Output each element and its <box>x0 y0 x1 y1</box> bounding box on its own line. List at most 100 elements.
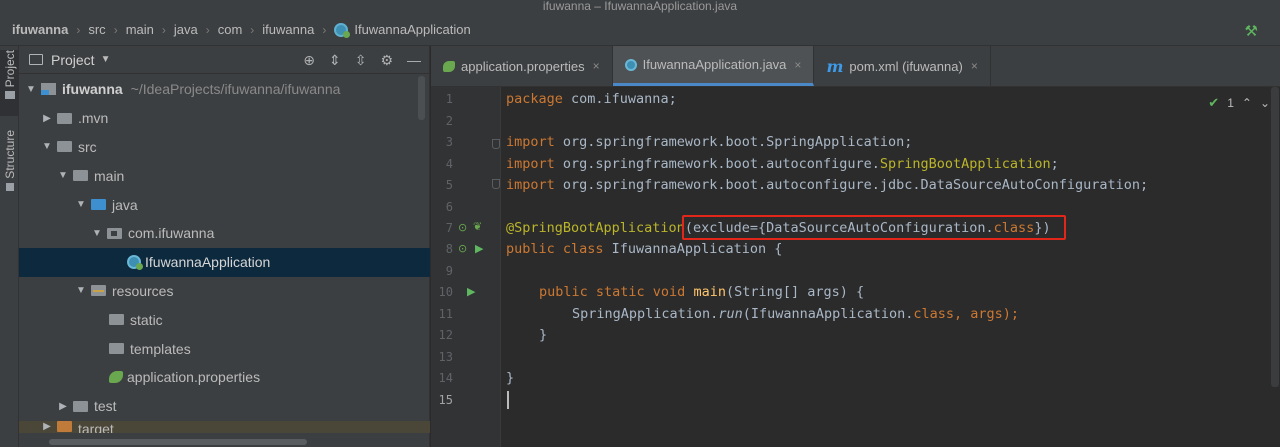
tree-item-static[interactable]: static <box>19 305 430 334</box>
spring-class-icon <box>334 22 351 38</box>
tree-item-java[interactable]: ▼ java <box>19 190 430 219</box>
breadcrumb-item-src[interactable]: src <box>88 22 105 37</box>
text-caret <box>507 391 509 409</box>
annotation-highlight-box <box>682 215 1066 240</box>
chevron-right-icon[interactable]: ▶ <box>57 401 69 412</box>
breadcrumb-item-ifuwanna[interactable]: ifuwanna <box>262 22 314 37</box>
package-icon <box>107 227 122 239</box>
chevron-down-icon[interactable]: ⌄ <box>1260 96 1270 110</box>
folder-icon <box>57 112 72 124</box>
title-bar: ifuwanna – IfuwannaApplication.java <box>0 0 1280 14</box>
folder-icon <box>4 91 15 100</box>
tool-tab-project-label: Project <box>2 50 17 88</box>
spring-class-icon <box>127 255 143 271</box>
chevron-down-icon[interactable]: ▼ <box>75 285 87 296</box>
code-line-3: import org.springframework.boot.SpringAp… <box>506 134 913 150</box>
collapse-all-icon[interactable]: ⇳ <box>355 52 367 69</box>
fold-marker[interactable] <box>492 139 500 149</box>
project-view-icon <box>29 54 43 65</box>
line-number-current: 15 <box>438 393 453 407</box>
tab-ifuwanna-application[interactable]: IfuwannaApplication.java × <box>612 46 815 86</box>
tree-item-label: static <box>130 311 163 328</box>
tree-item-label: .mvn <box>78 110 109 127</box>
code-area[interactable]: package com.ifuwanna; import org.springf… <box>492 87 1266 447</box>
close-icon[interactable]: × <box>593 59 600 73</box>
spring-leaf-icon[interactable]: ❦ <box>473 220 482 233</box>
tree-item-application-class[interactable]: IfuwannaApplication <box>19 247 430 277</box>
tree-item-main[interactable]: ▼ main <box>19 161 430 190</box>
tool-tab-project[interactable]: Project <box>0 50 19 116</box>
editor-scrollbar-thumb[interactable] <box>1271 87 1279 387</box>
inspection-count: 1 <box>1227 96 1234 110</box>
expand-all-icon[interactable]: ⇕ <box>329 52 341 69</box>
folder-icon <box>109 314 124 326</box>
left-tool-strip: Project Structure <box>0 46 19 447</box>
build-hammer-icon[interactable]: ⚒ <box>1245 22 1258 40</box>
tree-item-label: java <box>112 196 138 213</box>
project-toolbar: ⊕ ⇕ ⇳ ⚙ — <box>303 52 421 69</box>
fold-marker[interactable] <box>492 179 500 189</box>
tree-item-mvn[interactable]: ▶ .mvn <box>19 104 430 133</box>
tab-label: pom.xml (ifuwanna) <box>849 58 963 74</box>
breadcrumb-item-project[interactable]: ifuwanna <box>12 22 68 37</box>
breadcrumb-item-main[interactable]: main <box>126 22 154 37</box>
chevron-up-icon[interactable]: ⌃ <box>1242 96 1252 110</box>
inspections-widget[interactable]: ✔ 1 ⌃ ⌄ <box>1208 95 1270 111</box>
tree-item-resources[interactable]: ▼ resources <box>19 277 430 306</box>
chevron-down-icon[interactable]: ▼ <box>41 141 53 152</box>
breadcrumb-item-java[interactable]: java <box>174 22 198 37</box>
spring-leaf-icon <box>443 60 455 72</box>
tree-item-label: target <box>78 420 114 433</box>
tree-item-src[interactable]: ▼ src <box>19 133 430 162</box>
line-number: 10 <box>438 285 453 299</box>
tree-item-test[interactable]: ▶ test <box>19 392 430 421</box>
gear-icon[interactable]: ⚙ <box>380 52 393 69</box>
line-number: 5 <box>445 178 453 192</box>
close-icon[interactable]: × <box>971 59 978 73</box>
horizontal-scrollbar[interactable] <box>49 439 307 445</box>
spring-bean-icon[interactable]: ⊙ <box>458 242 467 255</box>
editor-gutter: 1 2 3 4 5 6 7 8 9 10 11 12 13 14 15 ⊙ ❦ … <box>431 87 501 447</box>
chevron-down-icon[interactable]: ▼ <box>57 170 69 181</box>
tab-application-properties[interactable]: application.properties × <box>431 46 613 86</box>
minimize-icon[interactable]: — <box>407 52 421 69</box>
breadcrumb-item-com[interactable]: com <box>218 22 243 37</box>
chevron-down-icon[interactable]: ▼ <box>91 228 103 239</box>
line-number: 6 <box>445 200 453 214</box>
locate-icon[interactable]: ⊕ <box>303 52 315 69</box>
breadcrumb-item-class[interactable]: IfuwannaApplication <box>334 22 471 38</box>
editor-scrollbar[interactable] <box>1270 87 1280 447</box>
maven-icon: m <box>826 56 844 76</box>
tree-item-package[interactable]: ▼ com.ifuwanna <box>19 219 430 248</box>
run-icon[interactable]: ▶ <box>467 285 475 298</box>
vertical-scrollbar[interactable] <box>418 76 425 120</box>
chevron-right-icon: › <box>76 22 81 37</box>
tree-item-label: src <box>78 138 97 155</box>
tool-tab-structure[interactable]: Structure <box>0 130 19 202</box>
run-icon[interactable]: ▶ <box>475 242 483 255</box>
project-panel-title[interactable]: Project <box>51 52 95 68</box>
tree-item-target[interactable]: ▶ target <box>19 420 430 433</box>
tab-pom-xml[interactable]: m pom.xml (ifuwanna) × <box>814 46 991 86</box>
line-number: 14 <box>438 371 453 385</box>
chevron-down-icon[interactable]: ▼ <box>75 199 87 210</box>
chevron-right-icon[interactable]: ▶ <box>41 113 53 124</box>
line-number: 1 <box>445 92 453 106</box>
spring-bean-icon[interactable]: ⊙ <box>458 221 467 234</box>
tree-item-path: ~/IdeaProjects/ifuwanna/ifuwanna <box>130 81 341 98</box>
chevron-right-icon: › <box>205 22 210 37</box>
tab-label: IfuwannaApplication.java <box>642 57 787 72</box>
chevron-down-icon[interactable]: ▼ <box>101 54 111 65</box>
chevron-right-icon[interactable]: ▶ <box>41 421 53 432</box>
tree-item-application-properties[interactable]: application.properties <box>19 363 430 392</box>
chevron-down-icon[interactable]: ▼ <box>25 84 37 95</box>
line-number: 11 <box>438 307 453 321</box>
close-icon[interactable]: × <box>794 58 801 72</box>
code-line-1: package com.ifuwanna; <box>506 91 677 107</box>
tree-item-project-root[interactable]: ▼ ifuwanna ~/IdeaProjects/ifuwanna/ifuwa… <box>19 75 430 104</box>
editor-tabs: application.properties × IfuwannaApplica… <box>431 46 1280 87</box>
code-editor[interactable]: 1 2 3 4 5 6 7 8 9 10 11 12 13 14 15 ⊙ ❦ … <box>431 87 1280 447</box>
line-number: 8 <box>445 242 453 256</box>
tree-item-templates[interactable]: templates <box>19 334 430 363</box>
project-panel: Project ▼ ⊕ ⇕ ⇳ ⚙ — ▼ ifuwanna ~/IdeaPro… <box>19 46 430 447</box>
